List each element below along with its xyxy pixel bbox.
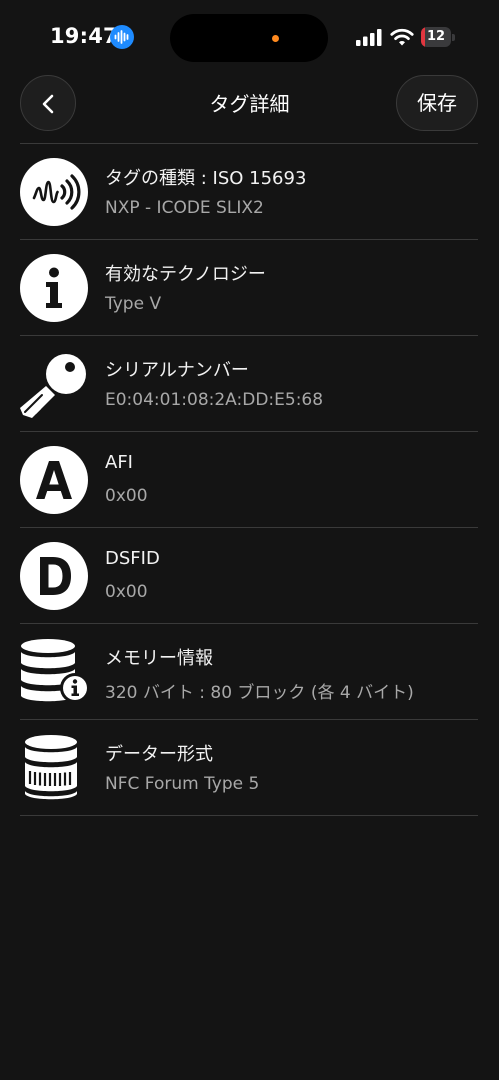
page-title: タグ詳細 [209, 92, 290, 116]
row-title: AFI [105, 452, 133, 473]
battery-icon: 12 [421, 27, 455, 47]
wifi-icon [390, 28, 414, 46]
list-item-technology: 有効なテクノロジー Type V [20, 239, 478, 335]
row-title: メモリー情報 [105, 648, 213, 669]
info-icon [20, 254, 88, 322]
list-item-afi: AFI 0x00 [20, 431, 478, 527]
row-value: Type V [105, 294, 162, 314]
cellular-signal-icon [356, 29, 382, 46]
list-item-tag-type: タグの種類 : ISO 15693 NXP - ICODE SLIX2 [20, 143, 478, 239]
dynamic-island [170, 14, 328, 62]
row-value: 0x00 [105, 582, 148, 602]
row-title: 有効なテクノロジー [105, 264, 266, 285]
row-title: データー形式 [105, 744, 213, 765]
row-value: NFC Forum Type 5 [105, 774, 260, 794]
row-value: 320 バイト : 80 ブロック (各 4 バイト) [105, 683, 414, 703]
database-info-icon [21, 639, 88, 703]
letter-a-icon [20, 446, 88, 514]
list-item-dsfid: DSFID 0x00 [20, 527, 478, 623]
privacy-indicator-dot [272, 35, 279, 42]
list-item-serial-number: シリアルナンバー E0:04:01:08:2A:DD:E5:68 [20, 335, 478, 431]
back-button[interactable] [20, 75, 76, 131]
nfc-tag-icon [20, 158, 88, 226]
key-icon [20, 354, 86, 418]
row-title: DSFID [105, 548, 160, 569]
chevron-left-icon [42, 94, 54, 114]
siri-waveform-icon [110, 25, 134, 49]
tag-detail-list: タグの種類 : ISO 15693 NXP - ICODE SLIX2 有効なテ… [20, 143, 478, 816]
row-value: 0x00 [105, 486, 148, 506]
battery-level-text: 12 [426, 29, 446, 44]
status-bar: 19:47 12 [0, 0, 499, 74]
row-value: NXP - ICODE SLIX2 [105, 198, 264, 218]
row-value: E0:04:01:08:2A:DD:E5:68 [105, 390, 324, 410]
row-title: シリアルナンバー [105, 360, 249, 381]
list-item-data-format: データー形式 NFC Forum Type 5 [20, 719, 478, 816]
save-button[interactable]: 保存 [396, 75, 478, 131]
storage-format-icon [25, 735, 77, 800]
row-title: タグの種類 : ISO 15693 [105, 168, 307, 189]
list-item-memory-info: メモリー情報 320 バイト : 80 ブロック (各 4 バイト) [20, 623, 478, 719]
status-time: 19:47 [50, 24, 118, 48]
letter-d-icon [20, 542, 88, 610]
